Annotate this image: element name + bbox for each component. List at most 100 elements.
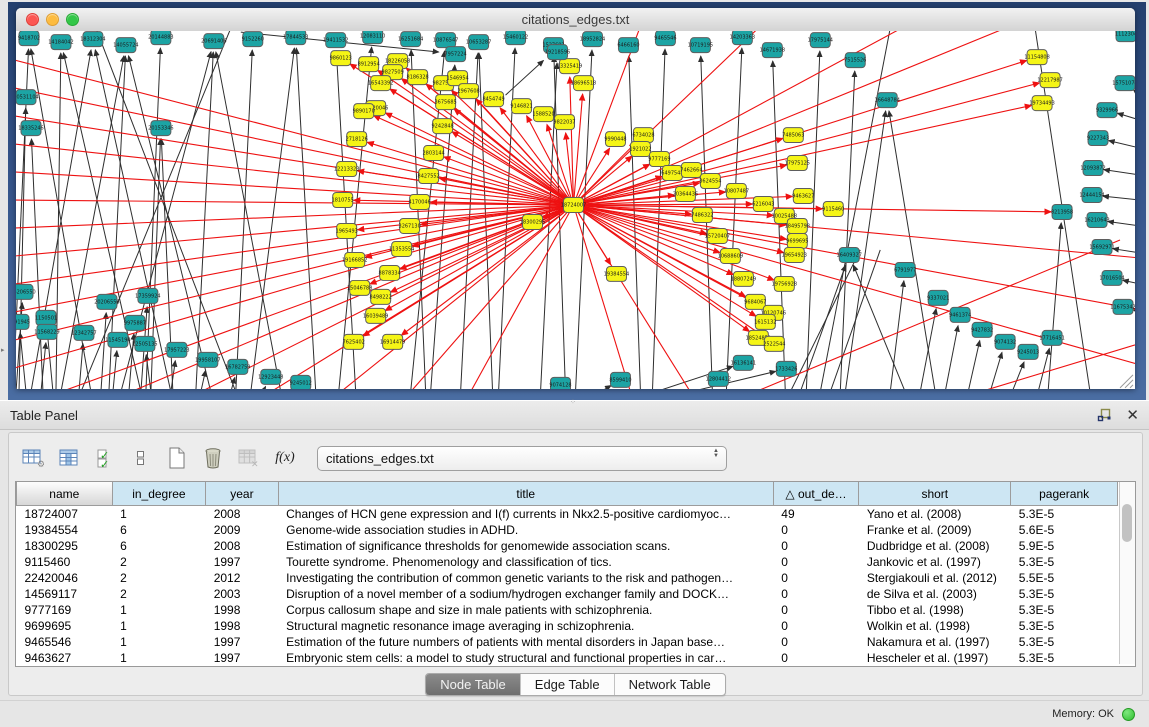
table-row[interactable]: 969969511998Structural magnetic resonanc… bbox=[17, 618, 1118, 634]
graph-edge[interactable] bbox=[574, 205, 775, 280]
graph-edge[interactable] bbox=[79, 344, 83, 389]
table-cell[interactable]: Structural magnetic resonance image aver… bbox=[278, 618, 773, 634]
delete-icon[interactable] bbox=[201, 446, 225, 470]
table-cell[interactable]: 1 bbox=[112, 506, 206, 523]
graph-edge[interactable] bbox=[1113, 249, 1135, 253]
tab-network-table[interactable]: Network Table bbox=[615, 674, 725, 695]
graph-node[interactable]: 19384554 bbox=[604, 266, 629, 281]
table-cell[interactable]: Hescheler et al. (1997) bbox=[859, 650, 1011, 666]
table-cell[interactable]: 1997 bbox=[206, 650, 278, 666]
graph-node[interactable]: 7485063 bbox=[782, 128, 804, 143]
graph-node[interactable]: 19218596 bbox=[545, 45, 570, 60]
graph-edge[interactable] bbox=[726, 48, 741, 389]
graph-node[interactable]: 15720407 bbox=[705, 228, 730, 243]
splitter-arrow-icon[interactable]: ▸ bbox=[1, 346, 5, 354]
float-panel-icon[interactable] bbox=[1097, 408, 1112, 422]
table-cell[interactable]: 1997 bbox=[206, 554, 278, 570]
graph-node[interactable]: 3267130 bbox=[399, 218, 421, 233]
graph-node[interactable]: 8213958 bbox=[1051, 205, 1073, 220]
table-cell[interactable]: 5.9E-5 bbox=[1011, 538, 1118, 554]
graph-node[interactable]: 9427832 bbox=[971, 322, 993, 337]
close-window-icon[interactable] bbox=[26, 13, 39, 26]
table-cell[interactable]: 14569117 bbox=[17, 586, 113, 602]
table-cell[interactable]: 0 bbox=[773, 554, 859, 570]
graph-node[interactable]: 6216043 bbox=[752, 197, 774, 212]
left-splitter-strip[interactable]: ▸ bbox=[0, 0, 8, 400]
graph-node[interactable]: 20364436 bbox=[673, 187, 698, 202]
graph-edge[interactable] bbox=[690, 371, 775, 389]
table-cell[interactable]: 2 bbox=[112, 586, 206, 602]
graph-edge[interactable] bbox=[271, 205, 574, 389]
graph-node[interactable]: 20144883 bbox=[148, 31, 173, 45]
function-builder-icon[interactable]: f(x) bbox=[273, 446, 297, 470]
table-cell[interactable]: 1998 bbox=[206, 602, 278, 618]
graph-node[interactable]: 18495798 bbox=[785, 218, 810, 233]
graph-edge[interactable] bbox=[574, 31, 1011, 205]
graph-edge[interactable] bbox=[374, 116, 574, 205]
table-cell[interactable]: 0 bbox=[773, 602, 859, 618]
graph-node[interactable]: 9975887 bbox=[124, 315, 146, 330]
close-panel-icon[interactable]: ✕ bbox=[1126, 408, 1139, 423]
graph-node[interactable]: 15460122 bbox=[503, 31, 528, 45]
graph-node[interactable]: 20206556 bbox=[94, 294, 119, 309]
table-cell[interactable]: 19384554 bbox=[17, 522, 113, 538]
table-cell[interactable]: 1998 bbox=[206, 618, 278, 634]
graph-node[interactable]: 14671938 bbox=[760, 43, 785, 58]
graph-edge[interactable] bbox=[101, 313, 106, 389]
graph-node[interactable]: 1615132 bbox=[754, 314, 776, 329]
graph-node[interactable]: 8454749 bbox=[482, 92, 504, 107]
graph-node[interactable]: 9777169 bbox=[648, 152, 670, 167]
graph-node[interactable]: 6791977 bbox=[894, 262, 916, 277]
graph-node[interactable]: 1588520 bbox=[532, 107, 554, 122]
column-header-in_degree[interactable]: in_degree bbox=[112, 482, 206, 506]
graph-node[interactable]: 16409327 bbox=[837, 247, 862, 262]
graph-edge[interactable] bbox=[1118, 113, 1135, 120]
panel-splitter-handle[interactable]: ⁘ bbox=[570, 401, 579, 405]
graph-node[interactable]: 6466160 bbox=[617, 38, 639, 53]
graph-node[interactable]: 19734493 bbox=[1029, 96, 1054, 111]
tab-edge-table[interactable]: Edge Table bbox=[521, 674, 615, 695]
table-cell[interactable]: 9463627 bbox=[17, 650, 113, 666]
table-cell[interactable]: Dudbridge et al. (2008) bbox=[859, 538, 1011, 554]
new-table-icon[interactable] bbox=[165, 446, 189, 470]
resize-grip-icon[interactable] bbox=[1120, 375, 1133, 388]
table-cell[interactable]: 0 bbox=[773, 618, 859, 634]
graph-node[interactable]: 17359924 bbox=[135, 288, 160, 303]
graph-node[interactable]: 20531104 bbox=[16, 90, 39, 105]
graph-node[interactable]: 25206550 bbox=[16, 284, 36, 299]
graph-edge[interactable] bbox=[201, 371, 206, 389]
graph-node[interactable]: 9242848 bbox=[432, 119, 454, 134]
graph-node[interactable]: 12444154 bbox=[1079, 188, 1104, 203]
graph-node[interactable]: 17844533 bbox=[283, 31, 308, 45]
table-cell[interactable]: 0 bbox=[773, 538, 859, 554]
table-cell[interactable]: 0 bbox=[773, 522, 859, 538]
column-settings-icon[interactable]: ⚙ bbox=[21, 446, 45, 470]
table-cell[interactable]: 22420046 bbox=[17, 570, 113, 586]
graph-edge[interactable] bbox=[386, 113, 574, 205]
graph-node[interactable]: 17716451 bbox=[1039, 330, 1064, 345]
graph-edge[interactable] bbox=[968, 341, 980, 389]
table-selector-dropdown[interactable]: citations_edges.txt ▲▼ bbox=[317, 446, 727, 471]
table-cell[interactable]: Tourette syndrome. Phenomenology and cla… bbox=[278, 554, 773, 570]
graph-node[interactable]: 9860123 bbox=[330, 51, 352, 66]
graph-node[interactable]: 18696518 bbox=[571, 76, 596, 91]
table-cell[interactable]: 0 bbox=[773, 570, 859, 586]
graph-node[interactable]: 9115460 bbox=[822, 202, 844, 217]
graph-node[interactable]: 9245013 bbox=[1017, 344, 1039, 359]
table-cell[interactable]: 1 bbox=[112, 618, 206, 634]
column-header-short[interactable]: short bbox=[859, 482, 1011, 506]
graph-edge[interactable] bbox=[20, 333, 26, 389]
table-cell[interactable]: 5.3E-5 bbox=[1011, 586, 1118, 602]
graph-node[interactable]: 12923448 bbox=[258, 369, 283, 384]
table-cell[interactable]: de Silva et al. (2003) bbox=[859, 586, 1011, 602]
table-cell[interactable]: 9465546 bbox=[17, 634, 113, 650]
graph-node[interactable]: 9990448 bbox=[604, 132, 626, 147]
graph-edge[interactable] bbox=[1108, 222, 1135, 226]
graph-node[interactable]: 9146821 bbox=[510, 99, 532, 114]
select-columns-icon[interactable] bbox=[57, 446, 81, 470]
graph-node[interactable]: 12804412 bbox=[706, 371, 731, 386]
graph-node[interactable]: 16648784 bbox=[875, 93, 900, 108]
table-cell[interactable]: 0 bbox=[773, 650, 859, 666]
graph-node[interactable]: 8599410 bbox=[609, 372, 631, 387]
graph-node[interactable]: 18300295 bbox=[520, 214, 545, 229]
